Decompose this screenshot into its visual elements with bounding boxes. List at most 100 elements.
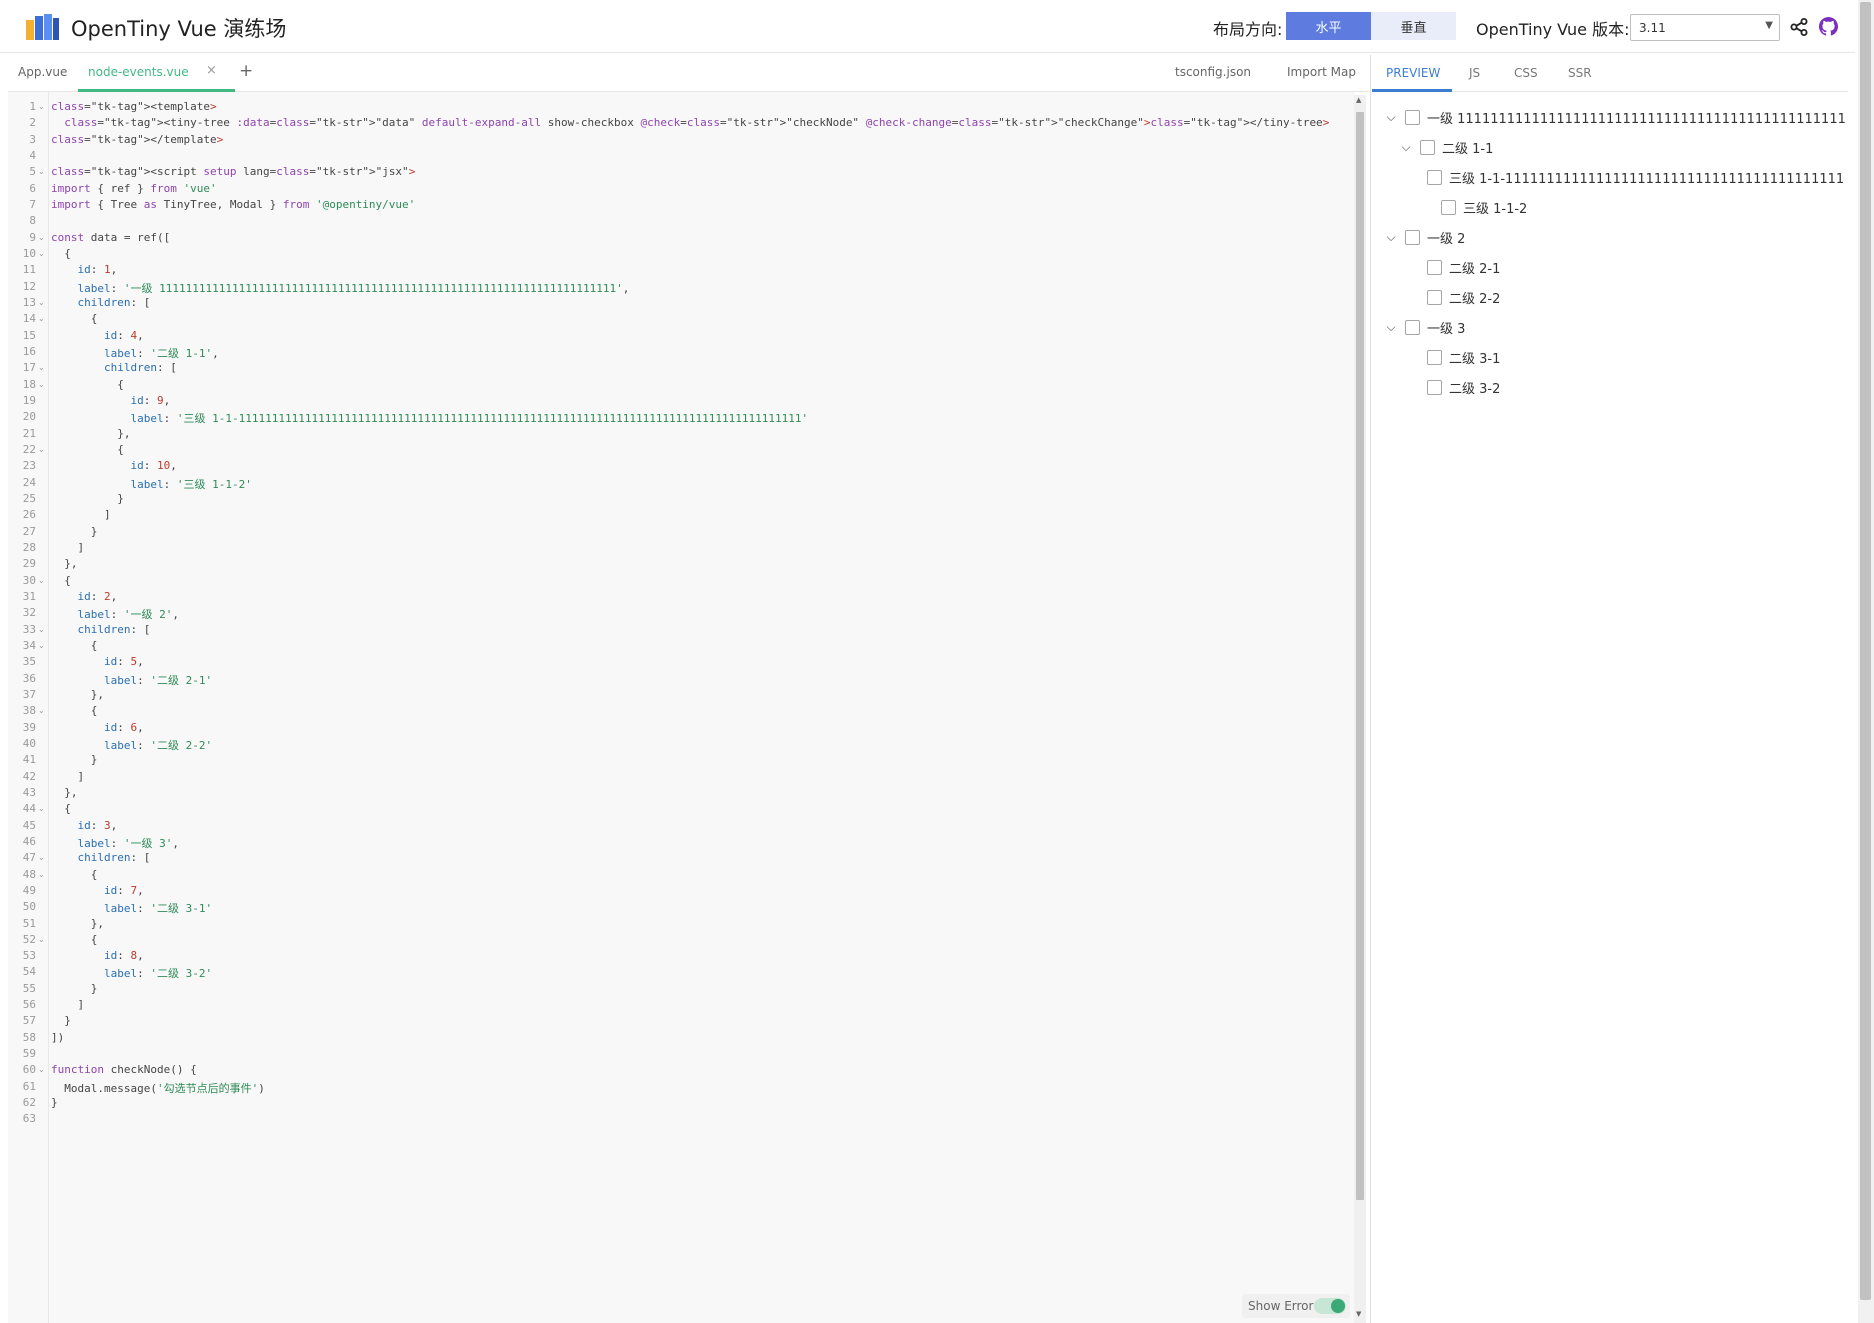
tree-node[interactable]: 二级 3-2 (1427, 376, 1500, 398)
fold-chevron-icon[interactable]: ⌄ (38, 641, 45, 650)
code-editor[interactable]: 1 ⌄ 2 3 4 5 ⌄ 6 7 8 9 ⌄ 10 ⌄ 11 12 13 ⌄ 14 ⌄ 15 16 17 ⌄ 18 ⌄ 19 20 2… (8, 92, 1355, 1323)
code-area[interactable]: class="tk-tag"><template> class="tk-tag"… (51, 92, 1355, 1323)
tree-node-checkbox[interactable] (1405, 319, 1420, 335)
tree-node[interactable]: ⌵ 一级 3 (1385, 316, 1465, 338)
page-scrollbar-thumb[interactable] (1860, 2, 1871, 1300)
line-number: 47 (22, 851, 36, 865)
code-line: label: '二级 3-2' (103, 967, 213, 981)
fold-chevron-icon[interactable]: ⌄ (38, 1065, 45, 1074)
code-line: label: '二级 2-2' (103, 738, 213, 752)
code-line: { (51, 573, 71, 587)
code-line: children: [ (77, 851, 151, 865)
pane-divider[interactable] (1370, 55, 1371, 1323)
show-error-toggle[interactable]: Show Error (1242, 1294, 1350, 1318)
fold-chevron-icon[interactable]: ⌄ (38, 706, 45, 715)
share-icon[interactable] (1790, 18, 1808, 36)
tree-node-checkbox[interactable] (1427, 349, 1442, 365)
line-number: 10 (22, 246, 36, 260)
expand-chevron-icon[interactable]: ⌵ (1385, 320, 1397, 335)
add-file-icon[interactable]: + (239, 61, 253, 81)
tree-node-checkbox[interactable] (1427, 289, 1442, 305)
fold-chevron-icon[interactable]: ⌄ (38, 363, 45, 372)
file-tabs: App.vue node-events.vue × + tsconfig.jso… (8, 55, 1371, 92)
fold-chevron-icon[interactable]: ⌄ (38, 445, 45, 454)
line-number: 60 (22, 1063, 36, 1077)
fold-chevron-icon[interactable]: ⌄ (38, 853, 45, 862)
code-line: id: 5, (103, 655, 144, 669)
fold-chevron-icon[interactable]: ⌄ (38, 298, 45, 307)
code-line: class="tk-tag"></template> (51, 132, 224, 146)
tree-node-checkbox[interactable] (1427, 259, 1442, 275)
layout-horizontal-button[interactable]: 水平 (1286, 12, 1371, 40)
code-line: id: 9, (130, 393, 171, 407)
tree-node[interactable]: ⌵ 二级 1-1 (1400, 136, 1493, 158)
code-line: }, (51, 687, 104, 701)
line-number: 31 (22, 589, 36, 603)
tree-node-checkbox[interactable] (1441, 199, 1456, 215)
line-number: 5 (29, 165, 36, 179)
tree-node[interactable]: ⌵ 一级 2 (1385, 226, 1465, 248)
layout-vertical-button[interactable]: 垂直 (1371, 12, 1456, 40)
tree-node-checkbox[interactable] (1427, 169, 1442, 185)
editor-scrollbar-thumb[interactable] (1356, 112, 1364, 1200)
expand-chevron-icon[interactable]: ⌵ (1400, 140, 1412, 155)
code-line: id: 2, (77, 589, 118, 603)
fold-chevron-icon[interactable]: ⌄ (38, 576, 45, 585)
fold-chevron-icon[interactable]: ⌄ (38, 249, 45, 258)
fold-chevron-icon[interactable]: ⌄ (38, 625, 45, 634)
github-icon[interactable] (1819, 17, 1838, 36)
fold-chevron-icon[interactable]: ⌄ (38, 233, 45, 242)
tab-app-vue[interactable]: App.vue (18, 65, 67, 79)
show-error-switch[interactable] (1314, 1298, 1346, 1314)
fold-chevron-icon[interactable]: ⌄ (38, 314, 45, 323)
fold-chevron-icon[interactable]: ⌄ (38, 935, 45, 944)
version-select[interactable]: 3.11 ▼ (1630, 14, 1780, 41)
expand-chevron-icon[interactable]: ⌵ (1385, 110, 1397, 125)
tab-tsconfig-json[interactable]: tsconfig.json (1175, 65, 1251, 79)
line-number: 42 (22, 769, 36, 783)
code-line: ] (51, 769, 85, 783)
line-number: 28 (22, 540, 36, 554)
line-number: 7 (29, 197, 36, 211)
tree-node[interactable]: 二级 2-2 (1427, 286, 1500, 308)
fold-chevron-icon[interactable]: ⌄ (38, 804, 45, 813)
line-number: 57 (22, 1014, 36, 1028)
preview-pane: ⌵ 一级 111111111111111111111111111111111111… (1373, 92, 1845, 1323)
show-error-label: Show Error (1248, 1299, 1314, 1313)
line-number: 9 (29, 230, 36, 244)
tab-node-events-vue[interactable]: node-events.vue (88, 65, 189, 79)
tab-js[interactable]: JS (1469, 66, 1480, 80)
scroll-up-arrow-icon[interactable]: ▲ (1356, 96, 1361, 104)
line-number: 19 (22, 393, 36, 407)
code-line: } (51, 753, 98, 767)
line-number: 27 (22, 524, 36, 538)
expand-chevron-icon[interactable]: ⌵ (1385, 230, 1397, 245)
line-number: 29 (22, 557, 36, 571)
tree-node-checkbox[interactable] (1420, 139, 1435, 155)
fold-chevron-icon[interactable]: ⌄ (38, 167, 45, 176)
code-line: { (51, 312, 98, 326)
code-line: const data = ref([ (51, 230, 171, 244)
tree-node[interactable]: ⌵ 一级 111111111111111111111111111111111111… (1385, 106, 1845, 128)
scroll-down-arrow-icon[interactable]: ▼ (1356, 1310, 1361, 1318)
tree-node-checkbox[interactable] (1427, 379, 1442, 395)
tab-ssr[interactable]: SSR (1568, 66, 1592, 80)
close-tab-icon[interactable]: × (206, 63, 217, 78)
tab-css[interactable]: CSS (1514, 66, 1538, 80)
code-line: class="tk-tag"><template> (51, 100, 217, 113)
fold-chevron-icon[interactable]: ⌄ (38, 380, 45, 389)
fold-chevron-icon[interactable]: ⌄ (38, 870, 45, 879)
tab-import-map[interactable]: Import Map (1287, 65, 1356, 79)
tree-node-checkbox[interactable] (1405, 109, 1420, 125)
tree-node[interactable]: 二级 2-1 (1427, 256, 1500, 278)
fold-chevron-icon[interactable]: ⌄ (38, 102, 45, 111)
tree-node[interactable]: 三级 1-1-2 (1441, 196, 1527, 218)
line-number: 32 (22, 606, 36, 620)
tree-node[interactable]: 三级 1-1-111111111111111111111111111111111… (1427, 166, 1845, 188)
tab-preview[interactable]: PREVIEW (1386, 66, 1440, 80)
line-number: 24 (22, 475, 36, 489)
code-line: } (51, 981, 98, 995)
code-line: }, (51, 557, 78, 571)
tree-node[interactable]: 二级 3-1 (1427, 346, 1500, 368)
tree-node-checkbox[interactable] (1405, 229, 1420, 245)
